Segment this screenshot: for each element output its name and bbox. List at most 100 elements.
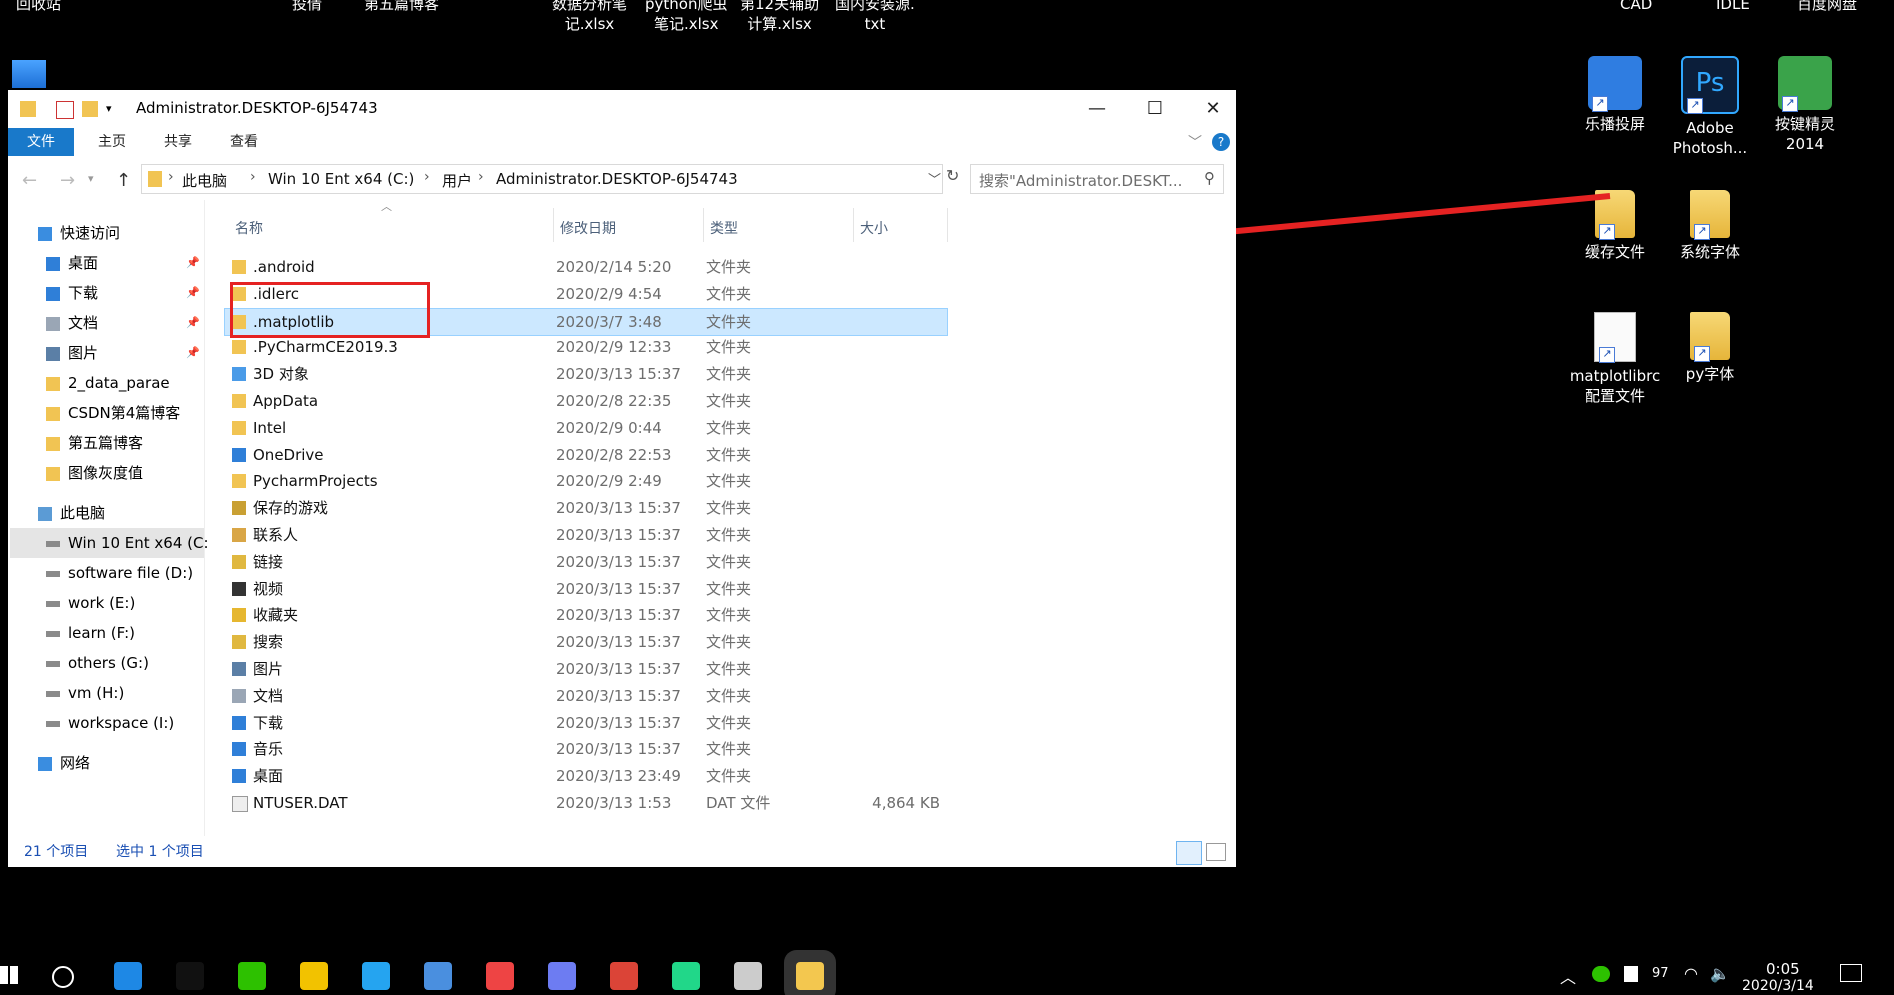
back-button[interactable]: ←	[22, 170, 37, 191]
sidebar-item[interactable]: workspace (I:)	[46, 708, 174, 738]
wechat-icon[interactable]	[238, 962, 266, 990]
file-type: 文件夹	[706, 686, 752, 705]
clock-app-icon[interactable]	[734, 962, 762, 990]
file-row[interactable]: Intel 2020/2/9 0:44 文件夹	[225, 415, 947, 441]
tab-share[interactable]: 共享	[148, 128, 208, 156]
explorer-taskbar-icon[interactable]	[796, 962, 824, 990]
sidebar-item[interactable]: 第五篇博客	[46, 428, 143, 458]
wifi-icon[interactable]: ◠	[1684, 964, 1698, 983]
sidebar-item[interactable]: Win 10 Ent x64 (C:	[10, 528, 209, 558]
ie-icon[interactable]	[114, 962, 142, 990]
crumb-drive-c[interactable]: Win 10 Ent x64 (C:)	[268, 170, 414, 188]
search-icon[interactable]: ⚲	[1204, 169, 1215, 187]
forward-button[interactable]: →	[60, 170, 75, 191]
clock-date[interactable]: 2020/3/14	[1742, 978, 1814, 994]
file-row[interactable]: PycharmProjects 2020/2/9 2:49 文件夹	[225, 468, 947, 494]
sidebar-item[interactable]: vm (H:)	[46, 678, 124, 708]
file-row[interactable]: 桌面 2020/3/13 23:49 文件夹	[225, 763, 947, 789]
search-input[interactable]: 搜索"Administrator.DESKT... ⚲	[970, 164, 1224, 194]
pin-icon[interactable]: 📌	[186, 316, 200, 329]
sidebar-item[interactable]: others (G:)	[46, 648, 149, 678]
file-row[interactable]: NTUSER.DAT 2020/3/13 1:53 DAT 文件 4,864 KB	[225, 790, 947, 816]
pin-icon[interactable]: 📌	[186, 256, 200, 269]
details-view-button[interactable]	[1176, 841, 1202, 865]
address-bar[interactable]: › 此电脑 › Win 10 Ent x64 (C:) › 用户 › Admin…	[141, 164, 943, 194]
help-icon[interactable]: ?	[1212, 133, 1230, 151]
sidebar-item[interactable]: 网络	[38, 748, 90, 778]
file-row[interactable]: 视频 2020/3/13 15:37 文件夹	[225, 576, 947, 602]
notes-icon[interactable]	[424, 962, 452, 990]
recent-locations-icon[interactable]: ▾	[88, 172, 94, 185]
address-dropdown-icon[interactable]: ﹀	[928, 169, 941, 188]
chrome-icon[interactable]	[610, 962, 638, 990]
minimize-button[interactable]: —	[1068, 90, 1126, 128]
file-row[interactable]: 链接 2020/3/13 15:37 文件夹	[225, 549, 947, 575]
file-row[interactable]: 下载 2020/3/13 15:37 文件夹	[225, 710, 947, 736]
clock-time[interactable]: 0:05	[1766, 960, 1800, 978]
file-row[interactable]: 3D 对象 2020/3/13 15:37 文件夹	[225, 361, 947, 387]
sidebar-item[interactable]: learn (F:)	[46, 618, 135, 648]
tray-app-icon[interactable]	[1624, 966, 1638, 982]
properties-icon[interactable]	[56, 101, 74, 119]
file-row[interactable]: 音乐 2020/3/13 15:37 文件夹	[225, 736, 947, 762]
column-header-name[interactable]: 名称	[235, 218, 263, 238]
tab-view[interactable]: 查看	[214, 128, 274, 156]
new-folder-icon[interactable]	[82, 101, 98, 117]
file-row[interactable]: .android 2020/2/14 5:20 文件夹	[225, 254, 947, 280]
crumb-admin[interactable]: Administrator.DESKTOP-6J54743	[496, 170, 738, 188]
qq-icon[interactable]	[176, 962, 204, 990]
sidebar-item[interactable]: 桌面	[46, 248, 98, 278]
file-row[interactable]: 图片 2020/3/13 15:37 文件夹	[225, 656, 947, 682]
sidebar-item[interactable]: 2_data_parae	[46, 368, 170, 398]
pycharm-icon[interactable]	[672, 962, 700, 990]
crumb-this-pc[interactable]: 此电脑	[182, 170, 227, 191]
notification-icon[interactable]	[1840, 964, 1862, 982]
sidebar-item[interactable]: 图片	[46, 338, 98, 368]
sidebar-item[interactable]: 文档	[46, 308, 98, 338]
tab-file[interactable]: 文件	[8, 128, 74, 156]
ribbon-expand-icon[interactable]: ﹀	[1188, 132, 1202, 152]
sidebar-item[interactable]: 此电脑	[38, 498, 105, 528]
file-row[interactable]: 搜索 2020/3/13 15:37 文件夹	[225, 629, 947, 655]
column-header-type[interactable]: 类型	[710, 218, 738, 238]
desktop-icon	[46, 256, 60, 271]
column-header-date[interactable]: 修改日期	[560, 218, 616, 238]
store-icon[interactable]	[486, 962, 514, 990]
file-type: 文件夹	[706, 365, 752, 384]
sidebar-item[interactable]: software file (D:)	[46, 558, 193, 588]
file-date: 2020/3/13 15:37	[556, 713, 681, 732]
column-header-size[interactable]: 大小	[860, 218, 888, 238]
file-row[interactable]: AppData 2020/2/8 22:35 文件夹	[225, 388, 947, 414]
sidebar-item[interactable]: work (E:)	[46, 588, 135, 618]
start-button-icon[interactable]	[0, 966, 18, 984]
tab-home[interactable]: 主页	[82, 128, 142, 156]
picture-icon	[232, 662, 246, 676]
feather-icon[interactable]	[548, 962, 576, 990]
refresh-button[interactable]: ↻	[946, 166, 966, 190]
large-icons-view-button[interactable]	[1206, 843, 1226, 861]
file-row[interactable]: 收藏夹 2020/3/13 15:37 文件夹	[225, 602, 947, 628]
file-row[interactable]: 文档 2020/3/13 15:37 文件夹	[225, 683, 947, 709]
up-button[interactable]: ↑	[116, 170, 131, 191]
sidebar-item[interactable]: 下载	[46, 278, 98, 308]
search-taskbar-icon[interactable]	[52, 966, 74, 988]
pin-icon[interactable]: 📌	[186, 346, 200, 359]
maximize-button[interactable]: ☐	[1126, 90, 1184, 128]
pin-icon[interactable]: 📌	[186, 286, 200, 299]
app-icon-1[interactable]	[300, 962, 328, 990]
close-button[interactable]: ✕	[1184, 90, 1242, 128]
crumb-users[interactable]: 用户	[442, 170, 472, 191]
sidebar-item[interactable]: 快速访问	[38, 218, 120, 248]
file-row[interactable]: 保存的游戏 2020/3/13 15:37 文件夹	[225, 495, 947, 521]
player-icon[interactable]	[362, 962, 390, 990]
file-row[interactable]: OneDrive 2020/2/8 22:53 文件夹	[225, 442, 947, 468]
file-row[interactable]: 联系人 2020/3/13 15:37 文件夹	[225, 522, 947, 548]
sidebar-item[interactable]: CSDN第4篇博客	[46, 398, 180, 428]
tray-wechat-icon[interactable]	[1592, 966, 1610, 982]
sidebar-item[interactable]: 图像灰度值	[46, 458, 143, 488]
customize-qa-chevron-icon[interactable]: ▾	[106, 101, 122, 117]
file-row[interactable]: .PyCharmCE2019.3 2020/2/9 12:33 文件夹	[225, 334, 947, 360]
tray-chevron-icon[interactable]: ︿	[1560, 964, 1576, 988]
volume-icon[interactable]: 🔈	[1710, 964, 1730, 983]
file-name: 搜索	[253, 633, 284, 652]
